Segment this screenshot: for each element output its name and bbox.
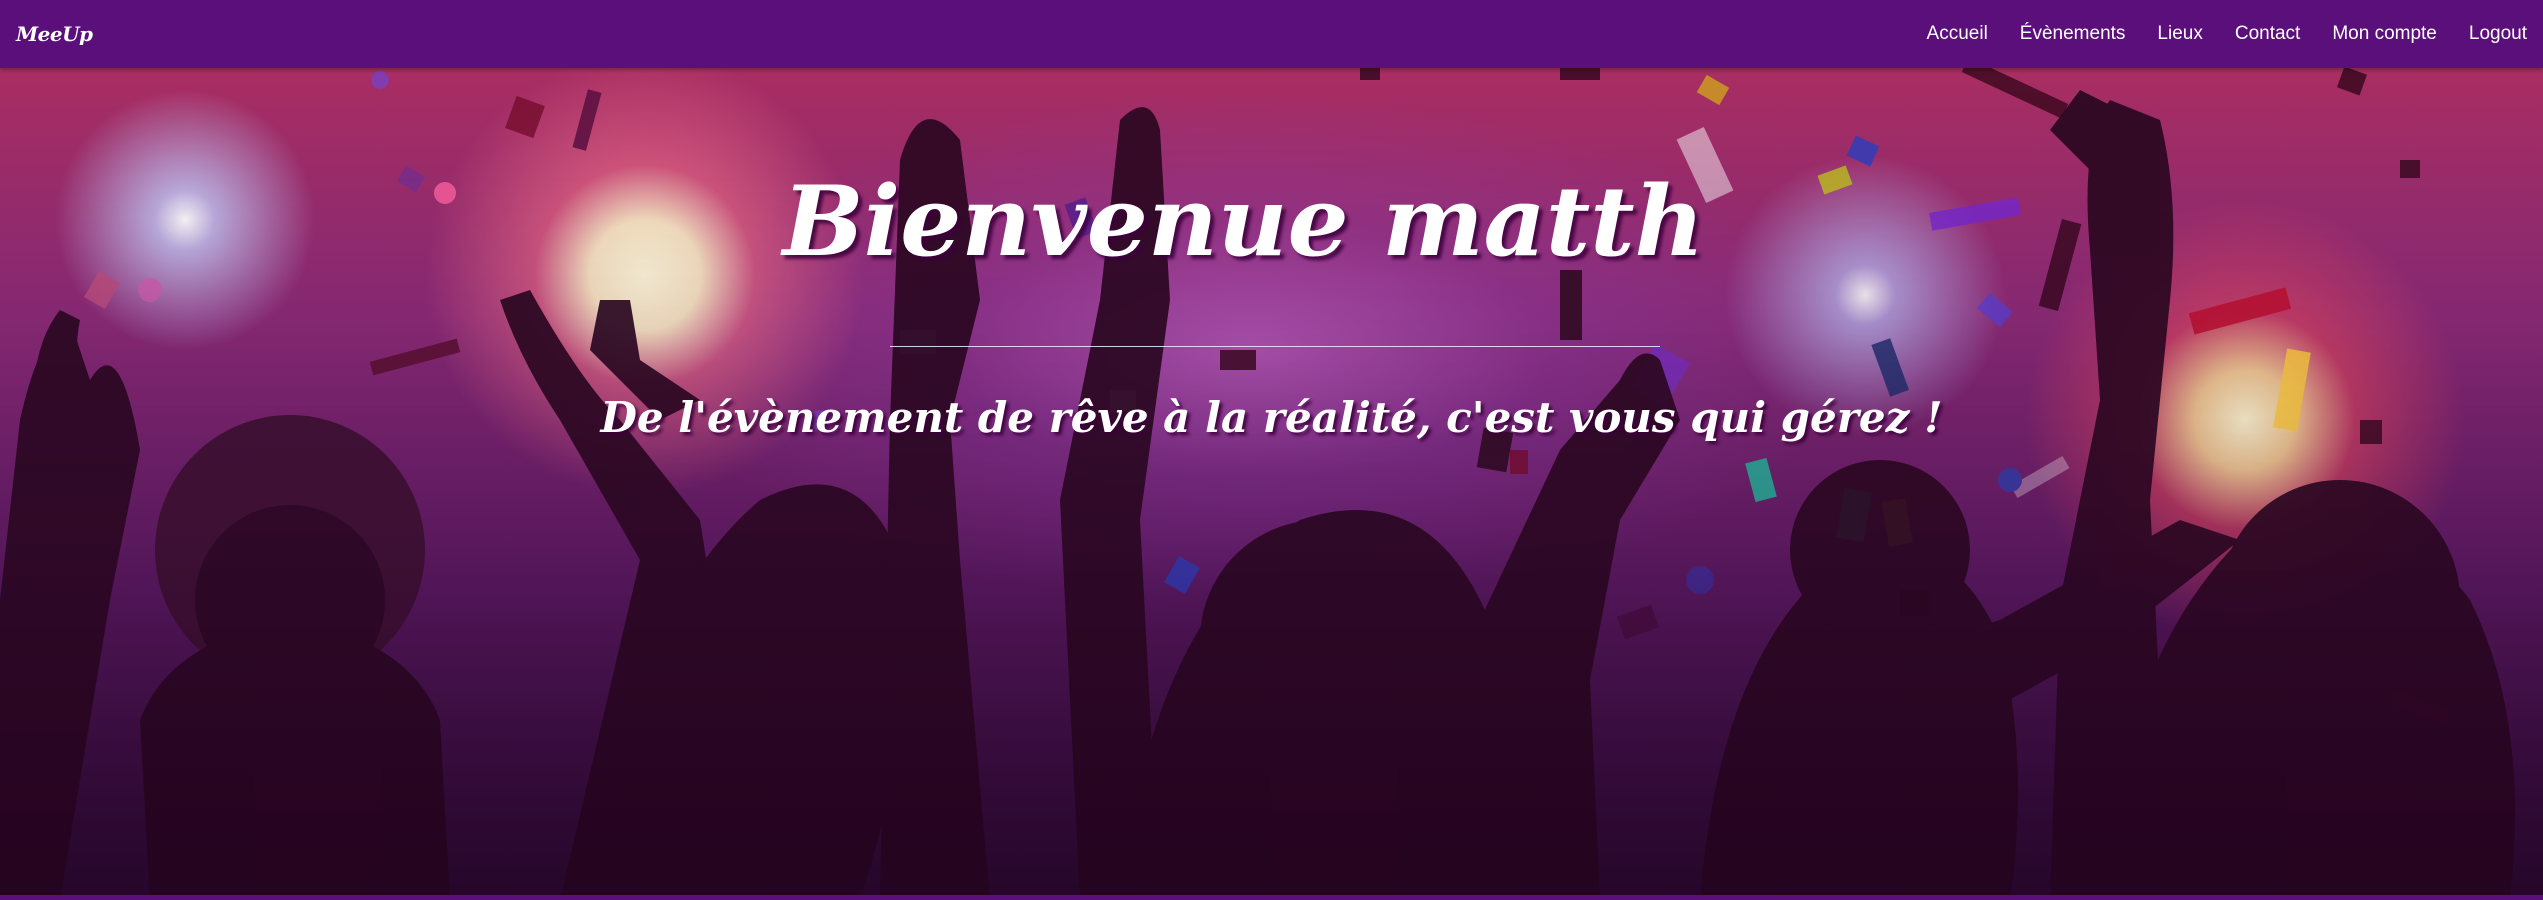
navbar: MeeUp Accueil Évènements Lieux Contact M… — [0, 0, 2543, 68]
hero-title: Bienvenue matth — [782, 165, 1705, 278]
hero-subtitle: De l'évènement de rêve à la réalité, c'e… — [600, 393, 1943, 442]
nav-link-accueil[interactable]: Accueil — [1927, 23, 1988, 45]
nav-link-evenements[interactable]: Évènements — [2020, 23, 2126, 45]
hero-overlay — [0, 0, 2543, 900]
hero-divider — [890, 346, 1660, 347]
page: MeeUp Accueil Évènements Lieux Contact M… — [0, 0, 2543, 900]
nav-links: Accueil Évènements Lieux Contact Mon com… — [1927, 23, 2527, 45]
nav-link-contact[interactable]: Contact — [2235, 23, 2300, 45]
nav-link-logout[interactable]: Logout — [2469, 23, 2527, 45]
brand-logo[interactable]: MeeUp — [16, 22, 93, 46]
bottom-border — [0, 895, 2543, 900]
nav-link-lieux[interactable]: Lieux — [2157, 23, 2202, 45]
nav-link-mon-compte[interactable]: Mon compte — [2332, 23, 2437, 45]
